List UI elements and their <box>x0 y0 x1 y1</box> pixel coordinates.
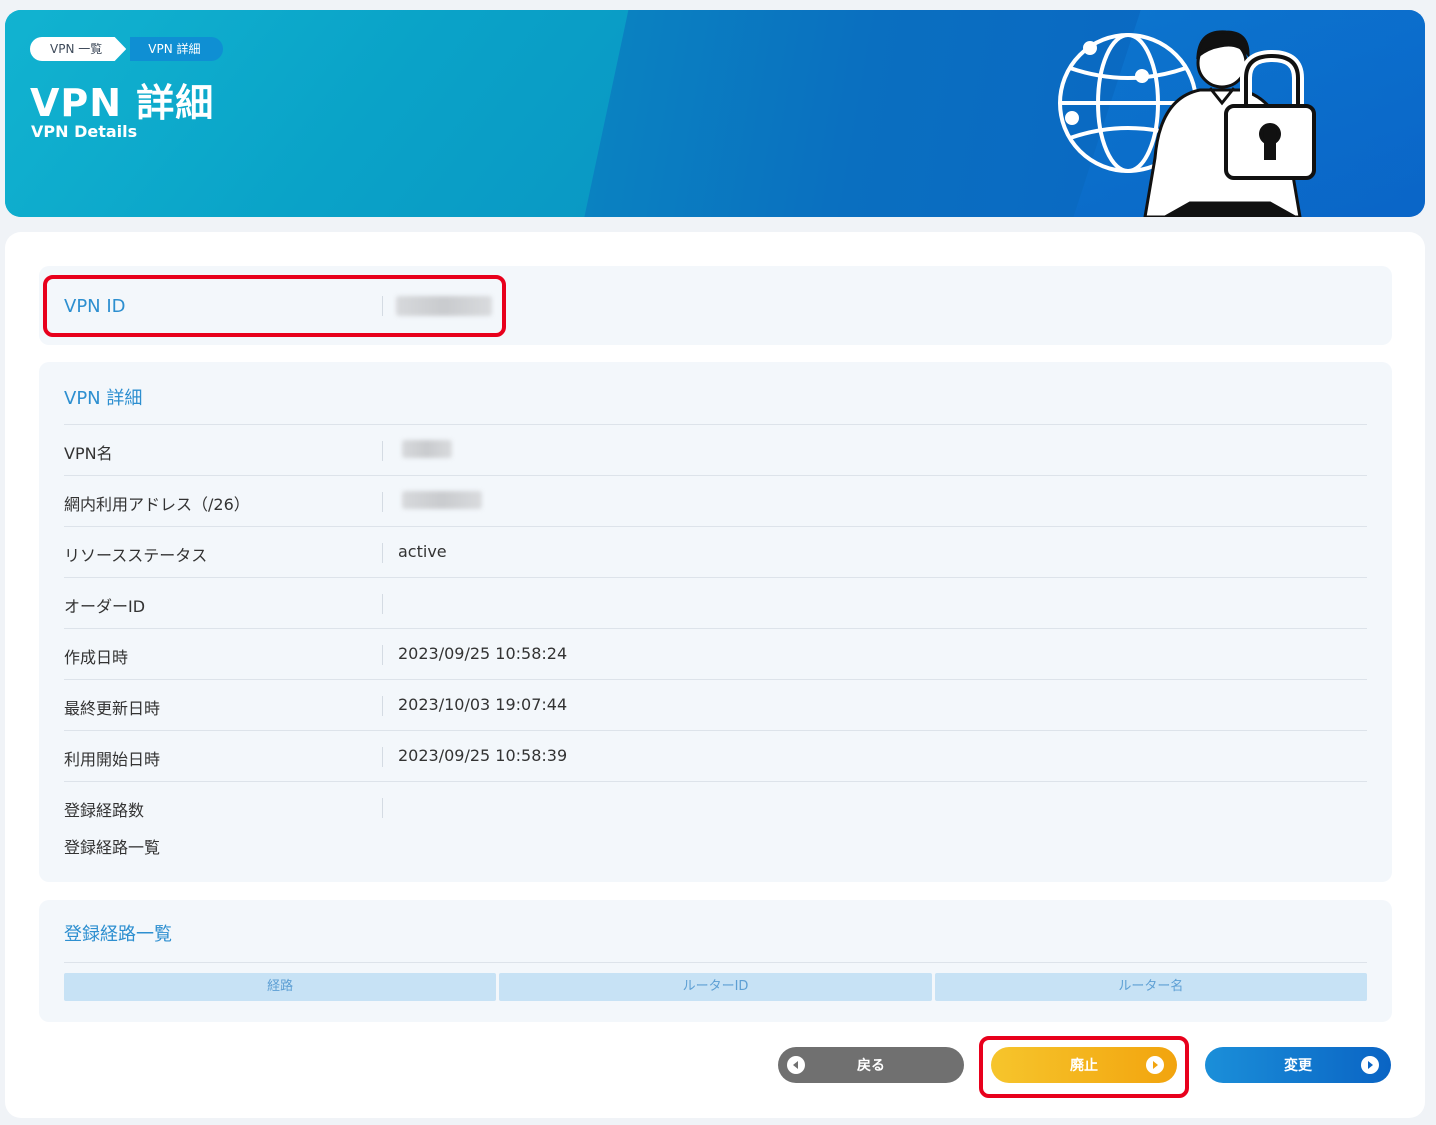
column-header-router-id: ルーターID <box>499 973 932 1001</box>
back-button[interactable]: 戻る <box>778 1047 964 1083</box>
resource-status-value: active <box>398 542 447 561</box>
field-separator <box>382 594 383 614</box>
detail-row-updated-at: 最終更新日時 2023/10/03 19:07:44 <box>64 679 1367 730</box>
detail-row-address: 網内利用アドレス（/26） <box>64 475 1367 526</box>
created-at-value: 2023/09/25 10:58:24 <box>398 644 568 663</box>
row-label: VPN名 <box>64 444 113 463</box>
column-header-router-name: ルーター名 <box>934 973 1367 1001</box>
breadcrumb-vpn-detail: VPN 詳細 <box>130 37 223 61</box>
back-button-label: 戻る <box>857 1058 885 1074</box>
chevron-left-icon <box>787 1056 805 1074</box>
row-label: 利用開始日時 <box>64 750 161 769</box>
detail-row-start-at: 利用開始日時 2023/09/25 10:58:39 <box>64 730 1367 781</box>
column-header-route: 経路 <box>64 973 497 1001</box>
chevron-right-icon <box>1361 1056 1379 1074</box>
breadcrumb-vpn-list[interactable]: VPN 一覧 <box>30 37 127 61</box>
field-separator <box>382 543 383 563</box>
change-button[interactable]: 変更 <box>1205 1047 1391 1083</box>
detail-row-resource-status: リソースステータス active <box>64 526 1367 577</box>
routes-panel: 登録経路一覧 経路 ルーターID ルーター名 <box>39 900 1392 1022</box>
start-at-value: 2023/09/25 10:58:39 <box>398 746 568 765</box>
row-label: 作成日時 <box>64 648 129 667</box>
field-separator <box>382 492 383 512</box>
detail-rows: VPN名 網内利用アドレス（/26） リソースステータス active オーダー… <box>64 424 1367 832</box>
field-separator <box>382 798 383 818</box>
divider <box>64 962 1367 963</box>
field-separator <box>382 747 383 767</box>
routes-table-header: 経路 ルーターID ルーター名 <box>64 973 1367 1001</box>
detail-row-order-id: オーダーID <box>64 577 1367 628</box>
highlight-frame-vpn-id <box>43 275 506 337</box>
row-label: 最終更新日時 <box>64 699 161 718</box>
detail-card: VPN ID VPN 詳細 VPN名 網内利用アドレス（/26） リソースステー… <box>5 232 1425 1118</box>
row-label: リソースステータス <box>64 546 208 565</box>
field-separator <box>382 696 383 716</box>
detail-row-created-at: 作成日時 2023/09/25 10:58:24 <box>64 628 1367 679</box>
vpn-detail-panel: VPN 詳細 VPN名 網内利用アドレス（/26） リソースステータス acti… <box>39 362 1392 882</box>
row-label: 登録経路数 <box>64 801 145 820</box>
section-title-vpn-detail: VPN 詳細 <box>64 388 143 409</box>
highlight-frame-abolish <box>979 1036 1189 1098</box>
row-label: オーダーID <box>64 597 146 616</box>
page-header: VPN 一覧 VPN 詳細 VPN 詳細 VPN Details <box>5 10 1425 217</box>
breadcrumb: VPN 一覧 VPN 詳細 <box>30 37 223 61</box>
section-title-routes: 登録経路一覧 <box>64 924 172 945</box>
field-separator <box>382 645 383 665</box>
vpn-name-value-redacted <box>402 440 452 458</box>
field-separator <box>382 441 383 461</box>
detail-row-route-count: 登録経路数 <box>64 781 1367 832</box>
routes-list-label: 登録経路一覧 <box>64 838 161 857</box>
change-button-label: 変更 <box>1284 1058 1312 1074</box>
updated-at-value: 2023/10/03 19:07:44 <box>398 695 568 714</box>
row-label: 網内利用アドレス（/26） <box>64 495 250 514</box>
page-subtitle: VPN Details <box>31 122 138 141</box>
detail-row-vpn-name: VPN名 <box>64 424 1367 475</box>
address-value-redacted <box>402 491 482 509</box>
page-title: VPN 詳細 <box>30 81 215 125</box>
security-illustration <box>1058 30 1316 217</box>
